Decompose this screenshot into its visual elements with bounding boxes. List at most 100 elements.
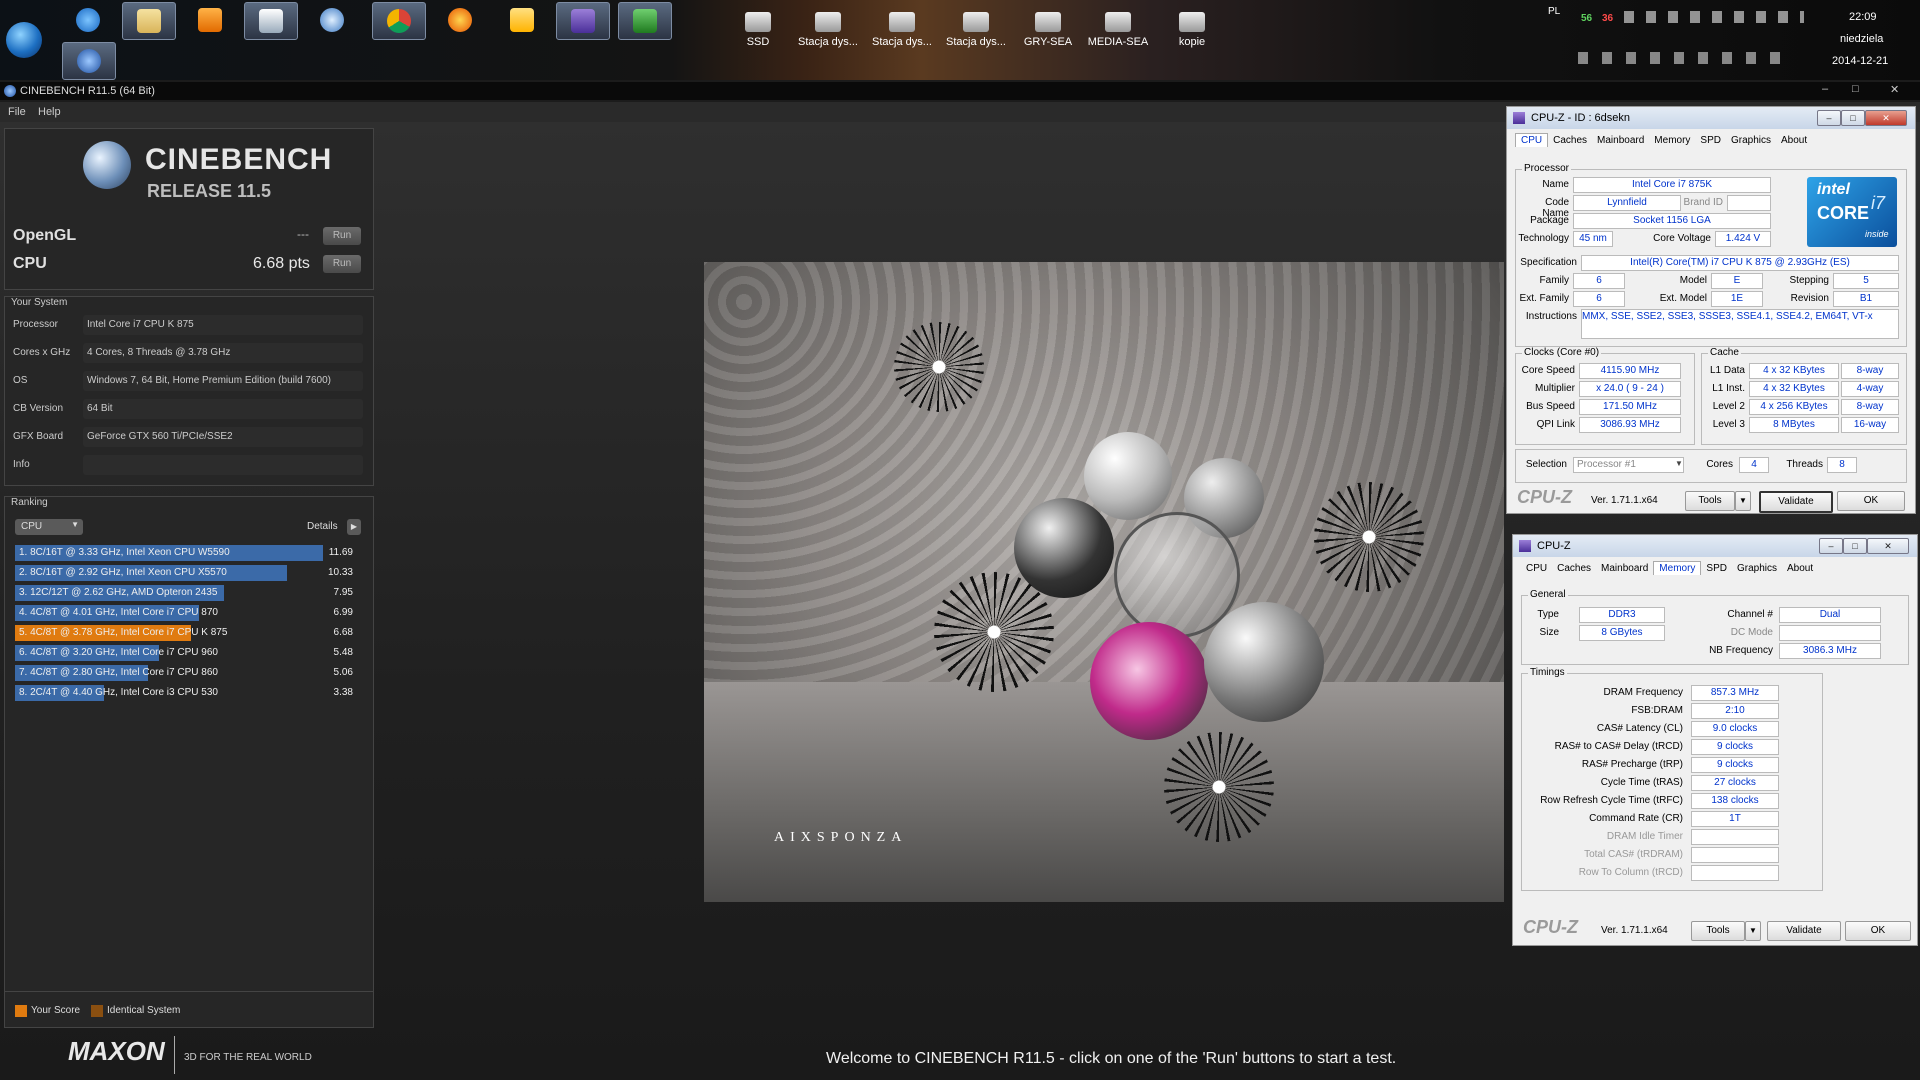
ie-taskbar-button[interactable] [62,2,114,38]
tab-caches[interactable]: Caches [1548,134,1592,147]
desktop-icon[interactable]: SSD [724,12,792,48]
identical-system-legend: Identical System [107,1005,181,1016]
cpuz2-maximize-button[interactable]: □ [1843,538,1867,554]
channel-value: Dual [1779,607,1881,623]
opengl-run-button[interactable]: Run [323,227,361,245]
ranking-row[interactable]: 7. 4C/8T @ 2.80 GHz, Intel Core i7 CPU 8… [15,665,363,681]
ranking-row[interactable]: 1. 8C/16T @ 3.33 GHz, Intel Xeon CPU W55… [15,545,363,561]
tab-graphics[interactable]: Graphics [1732,562,1782,575]
details-label[interactable]: Details [307,521,338,532]
system-row-label: GFX Board [13,431,64,442]
ranking-row[interactable]: 3. 12C/12T @ 2.62 GHz, AMD Opteron 2435 7… [15,585,363,601]
timings-group-title: Timings [1528,667,1567,678]
size-label: Size [1539,627,1559,638]
ranking-score: 11.69 [328,547,353,558]
desktop-icon[interactable]: Stacja dys... [868,12,936,48]
selection-chevron-icon[interactable]: ▼ [1675,459,1683,468]
your-score-swatch [15,1005,27,1017]
desktop-icon[interactable]: Stacja dys... [942,12,1010,48]
cpuz2-ok-button[interactable]: OK [1845,921,1911,941]
l2-value: 4 x 256 KBytes [1749,399,1839,415]
cpuz-minimize-button[interactable]: – [1817,110,1841,126]
revision-label: Revision [1790,293,1829,304]
menu-file[interactable]: File [8,106,26,118]
monitor-taskbar-button[interactable] [618,2,672,40]
spec-label: Specification [1520,257,1577,268]
qpilink-label: QPI Link [1536,419,1575,430]
ranking-select[interactable]: CPU ▼ [15,519,83,535]
ranking-label: 5. 4C/8T @ 3.78 GHz, Intel Core i7 CPU K… [19,627,228,638]
cinebench-icon [77,49,101,73]
clock-date[interactable]: 2014-12-21 [1832,55,1888,67]
tray-icons-row1[interactable] [1624,11,1804,23]
network-drive-icon [1105,12,1131,32]
desktop-icon[interactable]: Stacja dys... [794,12,862,48]
timing-value [1691,847,1779,863]
desktop-icon[interactable]: MEDIA-SEA [1084,12,1152,48]
cpuz2-tools-dropdown-button[interactable]: ▼ [1745,921,1761,941]
selection-dropdown[interactable]: Processor #1 [1573,457,1684,473]
tray-icons-row2[interactable] [1578,52,1788,64]
tab-spd[interactable]: SPD [1701,562,1732,575]
cpuz2-close-button[interactable]: ✕ [1867,538,1909,554]
ok-button[interactable]: OK [1837,491,1905,511]
maxon-divider [174,1036,175,1074]
corevoltage-label: Core Voltage [1653,233,1711,244]
tab-memory[interactable]: Memory [1653,561,1702,575]
tab-graphics[interactable]: Graphics [1726,134,1776,147]
desktop-icon-label: MEDIA-SEA [1087,36,1149,48]
cpu-run-button[interactable]: Run [323,255,361,273]
tab-memory[interactable]: Memory [1649,134,1695,147]
cpu-score: 6.68 pts [253,255,310,272]
validate-button[interactable]: Validate [1759,491,1833,513]
explorer-taskbar-button[interactable] [122,2,176,40]
cpuz2-minimize-button[interactable]: – [1819,538,1843,554]
firefox-taskbar-button[interactable] [434,2,486,38]
windows-drive-icon [745,12,771,32]
ranking-row[interactable]: 2. 8C/16T @ 2.92 GHz, Intel Xeon CPU X55… [15,565,363,581]
media-player-taskbar-button[interactable] [184,2,236,38]
ranking-row[interactable]: 5. 4C/8T @ 3.78 GHz, Intel Core i7 CPU K… [15,625,363,641]
tab-about[interactable]: About [1776,134,1812,147]
desktop-icon[interactable]: GRY-SEA [1014,12,1082,48]
tab-cpu[interactable]: CPU [1515,133,1549,147]
clock-time[interactable]: 22:09 [1849,11,1877,23]
close-button[interactable]: ✕ [1890,83,1899,96]
clock-day[interactable]: niedziela [1840,33,1883,45]
timing-label: Cycle Time (tRAS) [1600,777,1683,788]
tab-caches[interactable]: Caches [1552,562,1596,575]
cpuz-taskbar-button[interactable] [556,2,610,40]
cpuz-maximize-button[interactable]: □ [1841,110,1865,126]
tab-mainboard[interactable]: Mainboard [1596,562,1653,575]
menu-help[interactable]: Help [38,106,61,118]
safari-taskbar-button[interactable] [306,2,358,38]
language-indicator[interactable]: PL [1548,6,1560,17]
ranking-row[interactable]: 4. 4C/8T @ 4.01 GHz, Intel Core i7 CPU 8… [15,605,363,621]
app-taskbar-button[interactable] [244,2,298,40]
extmodel-label: Ext. Model [1659,293,1707,304]
mail-taskbar-button[interactable] [496,2,548,38]
cpuz-brand: CPU-Z [1517,487,1572,507]
details-arrow-icon[interactable]: ▶ [347,519,361,535]
multiplier-value: x 24.0 ( 9 - 24 ) [1579,381,1681,397]
cinebench-taskbar-button[interactable] [62,42,116,80]
cpuz2-validate-button[interactable]: Validate [1767,921,1841,941]
minimize-button[interactable]: – [1822,83,1828,95]
tab-about[interactable]: About [1782,562,1818,575]
ranking-row[interactable]: 6. 4C/8T @ 3.20 GHz, Intel Core i7 CPU 9… [15,645,363,661]
cpuz-memory-title-bar: CPU-Z – □ ✕ [1513,535,1917,557]
ranking-row[interactable]: 8. 2C/4T @ 4.40 GHz, Intel Core i3 CPU 5… [15,685,363,701]
technology-label: Technology [1518,233,1569,244]
start-button[interactable] [6,22,42,58]
cpuz-close-button[interactable]: ✕ [1865,110,1907,126]
maximize-button[interactable]: □ [1852,83,1859,95]
chrome-taskbar-button[interactable] [372,2,426,40]
tools-button[interactable]: Tools [1685,491,1735,511]
tab-mainboard[interactable]: Mainboard [1592,134,1649,147]
cinebench-title-bar: CINEBENCH R11.5 (64 Bit) – □ ✕ [0,82,1920,100]
desktop-icon[interactable]: kopie [1158,12,1226,48]
tools-dropdown-button[interactable]: ▼ [1735,491,1751,511]
tab-spd[interactable]: SPD [1695,134,1726,147]
cpuz2-tools-button[interactable]: Tools [1691,921,1745,941]
tab-cpu[interactable]: CPU [1521,562,1552,575]
